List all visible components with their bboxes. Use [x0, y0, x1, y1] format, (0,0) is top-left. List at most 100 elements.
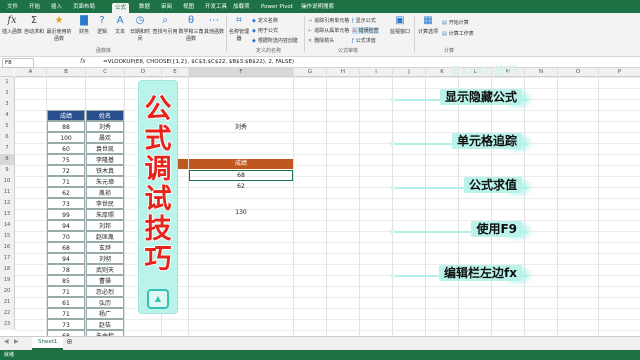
tab-data[interactable]: 数据: [136, 2, 153, 12]
autosum-button[interactable]: Σ 自动求和: [24, 15, 44, 35]
calculate-now-button[interactable]: ▤ 开始计算: [442, 19, 469, 26]
table-header-name[interactable]: 姓名: [86, 110, 124, 121]
row-header[interactable]: 2: [0, 88, 15, 99]
logical-button[interactable]: ? 逻辑: [92, 15, 112, 35]
table-score-cell[interactable]: 85: [47, 275, 85, 286]
table-name-cell[interactable]: 铁木真: [86, 165, 124, 176]
table-score-cell[interactable]: 94: [47, 220, 85, 231]
table-score-cell[interactable]: 73: [47, 319, 85, 330]
select-all-corner[interactable]: [0, 68, 14, 77]
table-name-cell[interactable]: 朱厚照: [86, 209, 124, 220]
tab-insert[interactable]: 插入: [48, 2, 65, 12]
row-header[interactable]: 15: [0, 231, 15, 242]
table-name-cell[interactable]: 刘秀: [86, 121, 124, 132]
column-header[interactable]: D: [125, 68, 161, 77]
column-header[interactable]: H: [327, 68, 359, 77]
column-header[interactable]: J: [393, 68, 425, 77]
column-header[interactable]: F: [189, 68, 293, 77]
lookup-button[interactable]: ⌕ 查找与引用: [152, 15, 178, 35]
row-header[interactable]: 9: [0, 165, 15, 176]
table-name-cell[interactable]: 赵匡胤: [86, 231, 124, 242]
calculate-sheet-button[interactable]: ▤ 计算工作表: [442, 30, 474, 37]
table-score-cell[interactable]: 72: [47, 165, 85, 176]
watch-window-button[interactable]: ▣ 监视窗口: [388, 15, 412, 35]
row-header[interactable]: 18: [0, 264, 15, 275]
column-header[interactable]: G: [294, 68, 326, 77]
column-header[interactable]: I: [360, 68, 392, 77]
tab-addins[interactable]: 加载项: [230, 2, 253, 12]
table-name-cell[interactable]: 武则天: [86, 264, 124, 275]
recent-functions-button[interactable]: ★ 最近使用的函数: [46, 15, 72, 42]
name-box[interactable]: F8: [2, 58, 34, 68]
text-button[interactable]: A 文本: [110, 15, 130, 35]
evaluate-formula-button[interactable]: ƒ 公式求值: [352, 37, 376, 44]
tab-formulas[interactable]: 公式: [112, 3, 130, 13]
table-name-cell[interactable]: 弘历: [86, 297, 124, 308]
lookup-score-cell[interactable]: 62: [189, 181, 293, 192]
sheet-scroll-right-icon[interactable]: ▶: [14, 338, 19, 345]
row-header[interactable]: 16: [0, 242, 15, 253]
row-header[interactable]: 1: [0, 77, 15, 88]
sheet-tab[interactable]: Sheet1: [32, 337, 64, 350]
table-name-cell[interactable]: 赵佶: [86, 319, 124, 330]
create-from-selection-button[interactable]: ◆ 根据所选内容创建: [252, 37, 298, 44]
row-header[interactable]: 23: [0, 319, 15, 330]
table-name-cell[interactable]: 玄烨: [86, 242, 124, 253]
tell-me-search[interactable]: 操作说明搜索: [298, 2, 337, 12]
fx-button[interactable]: fx: [80, 58, 86, 65]
row-header[interactable]: 8: [0, 154, 15, 165]
column-header[interactable]: A: [15, 68, 46, 77]
table-name-cell[interactable]: 李隆基: [86, 154, 124, 165]
row-header[interactable]: 22: [0, 308, 15, 319]
row-header[interactable]: 14: [0, 220, 15, 231]
add-sheet-icon[interactable]: ⊕: [66, 337, 73, 346]
tab-file[interactable]: 文件: [4, 2, 21, 12]
column-header[interactable]: E: [162, 68, 188, 77]
row-header[interactable]: 19: [0, 275, 15, 286]
row-header[interactable]: 20: [0, 286, 15, 297]
trace-precedents-button[interactable]: ⇢ 追踪引用单元格: [308, 17, 349, 24]
table-name-cell[interactable]: 朱元璋: [86, 176, 124, 187]
table-score-cell[interactable]: 60: [47, 143, 85, 154]
table-score-cell[interactable]: 99: [47, 209, 85, 220]
table-score-cell[interactable]: 94: [47, 253, 85, 264]
define-name-button[interactable]: ◆ 定义名称: [252, 17, 278, 24]
table-score-cell[interactable]: 70: [47, 231, 85, 242]
remove-arrows-button[interactable]: ✕ 删除箭头: [308, 37, 334, 44]
show-formulas-button[interactable]: ƒ 显示公式: [352, 17, 376, 24]
row-header[interactable]: 17: [0, 253, 15, 264]
table-score-cell[interactable]: 75: [47, 154, 85, 165]
lookup-score-cell-active[interactable]: 68: [189, 170, 293, 181]
table-score-cell[interactable]: 73: [47, 198, 85, 209]
column-header[interactable]: B: [47, 68, 85, 77]
table-name-cell[interactable]: 曹操: [86, 275, 124, 286]
table-score-cell[interactable]: 68: [47, 242, 85, 253]
row-header[interactable]: 6: [0, 132, 15, 143]
tab-page-layout[interactable]: 页面布局: [70, 2, 98, 12]
row-header[interactable]: 4: [0, 110, 15, 121]
tab-developer[interactable]: 开发工具: [202, 2, 230, 12]
lookup-header-score[interactable]: 成绩: [189, 159, 293, 169]
tab-home[interactable]: 开始: [26, 2, 43, 12]
table-score-cell[interactable]: 71: [47, 308, 85, 319]
name-manager-button[interactable]: ⌗ 名称管理器: [228, 15, 250, 42]
table-score-cell[interactable]: 100: [47, 132, 85, 143]
tab-power-pivot[interactable]: Power Pivot: [258, 2, 296, 12]
use-in-formula-button[interactable]: ◆ 用于公式: [252, 27, 278, 34]
row-header[interactable]: 5: [0, 121, 15, 132]
formula-input[interactable]: =VLOOKUP(E8, CHOOSE({1,2}, $C$3:$C$22, $…: [103, 58, 294, 66]
table-name-cell[interactable]: 胤祯: [86, 187, 124, 198]
total-value[interactable]: 130: [224, 207, 258, 218]
tab-review[interactable]: 审阅: [158, 2, 175, 12]
calc-options-button[interactable]: ▦ 计算选项: [416, 15, 440, 35]
row-header[interactable]: 10: [0, 176, 15, 187]
sheet-scroll-left-icon[interactable]: ◀: [4, 338, 9, 345]
table-score-cell[interactable]: 71: [47, 176, 85, 187]
row-header[interactable]: 12: [0, 198, 15, 209]
row-header[interactable]: 7: [0, 143, 15, 154]
tab-view[interactable]: 视图: [180, 2, 197, 12]
row-header[interactable]: 11: [0, 187, 15, 198]
table-header-score[interactable]: 成绩: [47, 110, 85, 121]
table-name-cell[interactable]: 刘邦: [86, 220, 124, 231]
row-header[interactable]: 3: [0, 99, 15, 110]
